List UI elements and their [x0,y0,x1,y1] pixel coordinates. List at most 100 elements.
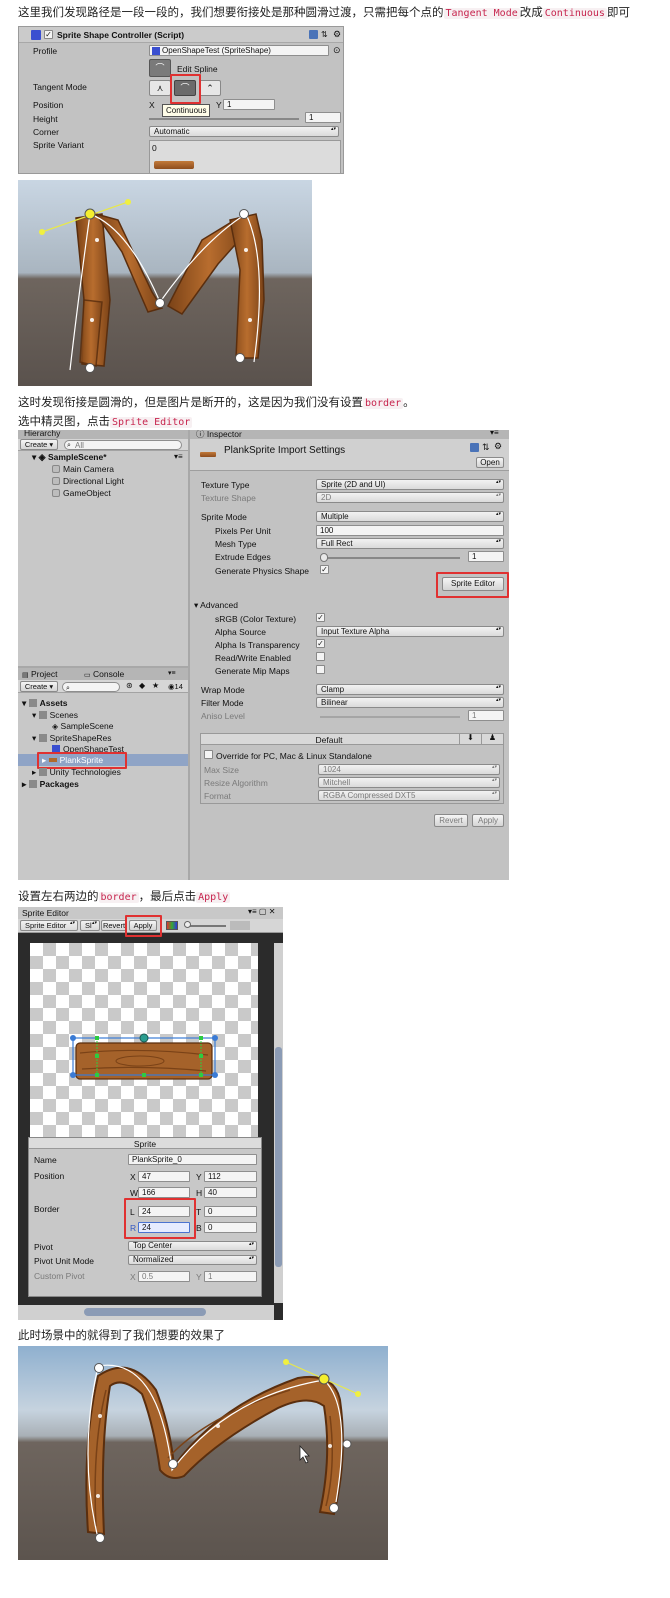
tangent-broken-button[interactable]: ⌃ [199,80,221,96]
editor-mode-dropdown[interactable]: Sprite Editor [20,920,78,931]
gear-icon[interactable]: ⚙ [494,441,502,452]
scene-menu-icon[interactable]: ▾≡ [174,452,183,461]
folder-tab-icon: ▤ [22,672,29,679]
help-icon[interactable] [309,30,318,39]
format-dropdown: RGBA Compressed DXT5 [318,790,500,801]
sprite-shape-controller-panel: ✓ Sprite Shape Controller (Script) ⇅ ⚙ P… [18,26,344,174]
gear-icon[interactable]: ⚙ [333,29,341,40]
unity-tech-folder[interactable]: ▸ Unity Technologies [32,767,121,778]
position-y-field[interactable]: 112 [204,1171,257,1182]
texture-canvas[interactable] [30,943,258,1139]
mipmaps-checkbox[interactable] [316,665,325,674]
spriteshaperes-folder[interactable]: ▾ SpriteShapeRes [32,733,112,744]
assets-folder[interactable]: ▾ Assets [22,698,68,709]
enable-checkbox[interactable]: ✓ [44,30,53,39]
tangent-linear-button[interactable]: ⋏ [149,80,171,96]
hierarchy-item[interactable]: GameObject [52,488,111,498]
sample-scene-asset[interactable]: ◈ SampleScene [52,721,113,731]
physics-shape-checkbox[interactable]: ✓ [320,565,329,574]
profile-field[interactable]: OpenShapeTest (SpriteShape) [149,45,329,56]
help-icon[interactable] [470,443,479,452]
height-field[interactable]: 1 [305,112,341,123]
panel-menu-icon[interactable]: ▾≡ [490,430,499,437]
revert-button[interactable]: Revert [434,814,468,827]
width-field[interactable]: 166 [138,1187,190,1198]
android-icon[interactable]: ♟ [481,733,503,745]
horizontal-scroll-thumb[interactable] [84,1308,206,1316]
preset-icon[interactable]: ⇅ [321,30,330,39]
sprite-variant-list[interactable]: 0 [149,140,341,173]
preset-icon[interactable]: ⇅ [482,442,490,453]
filter-mode-dropdown[interactable]: Bilinear [316,697,504,708]
pixels-per-unit-field[interactable]: 100 [316,525,504,536]
edit-spline-button[interactable]: ⌒ [149,59,171,77]
height-field[interactable]: 40 [204,1187,257,1198]
apply-button[interactable]: Apply [472,814,504,827]
hierarchy-item[interactable]: Directional Light [52,476,124,486]
gameobject-icon [52,489,60,497]
read-write-checkbox[interactable] [316,652,325,661]
project-search-input[interactable]: ⌕ [62,682,120,692]
star-icon[interactable]: ★ [152,681,159,690]
vertical-scroll-thumb[interactable] [275,1047,282,1267]
advanced-foldout[interactable]: ▾ Advanced [194,600,238,611]
packages-folder[interactable]: ▸ Packages [22,779,79,790]
window-controls-icon[interactable]: ▾≡ ▢ ✕ [248,907,275,916]
zoom-slider-handle[interactable] [184,921,191,928]
label-icon[interactable]: ◆ [139,681,145,690]
scene-view-broken [18,180,312,386]
plank-thumbnail [154,161,194,169]
position-y-field[interactable]: 1 [223,99,275,110]
pivot-dropdown[interactable]: Top Center [128,1241,257,1251]
override-checkbox[interactable] [204,750,213,759]
hierarchy-tab[interactable]: Hierarchy [24,430,60,438]
alpha-transparency-checkbox[interactable]: ✓ [316,639,325,648]
extrude-slider-track[interactable] [320,557,460,559]
border-top-field[interactable]: 0 [204,1206,257,1217]
paragraph-border-reason: 这时发现衔接是圆滑的，但是图片是断开的，这是因为我们没有设置 border。 [18,395,415,409]
mip-slider[interactable] [230,921,250,930]
sprite-mode-dropdown[interactable]: Multiple [316,511,504,522]
extrude-field[interactable]: 1 [468,551,504,562]
filter-type-icon[interactable]: ⊛ [126,681,133,690]
texture-shape-dropdown: 2D [316,492,504,503]
project-create-button[interactable]: Create ▾ [20,681,58,692]
hierarchy-create-button[interactable]: Create ▾ [20,439,58,450]
sprite-name-field[interactable]: PlankSprite_0 [128,1154,257,1165]
horizontal-scrollbar[interactable] [18,1305,274,1320]
rgb-channel-icon[interactable] [166,921,178,930]
panel-menu-icon[interactable]: ▾≡ [168,669,176,677]
paragraph-open-editor: 选中精灵图，点击 Sprite Editor [18,414,193,428]
wrap-mode-dropdown[interactable]: Clamp [316,684,504,695]
pivot-unit-dropdown[interactable]: Normalized [128,1255,257,1265]
scenes-folder[interactable]: ▾ Scenes [32,710,78,721]
console-tab[interactable]: ▭ Console [84,669,124,679]
revert-button[interactable]: Revert [101,920,127,931]
object-picker-icon[interactable]: ⊙ [333,45,341,56]
sprite-panel-title: Sprite [133,1139,157,1149]
gameobject-icon [52,477,60,485]
srgb-checkbox[interactable]: ✓ [316,613,325,622]
zoom-slider[interactable] [186,925,226,927]
unity-editor-import-settings: Hierarchy Create ▾ ⌕ All ▾ ◈ SampleScene*… [18,430,509,880]
vertical-scrollbar[interactable] [274,943,283,1303]
download-icon[interactable]: ⬇ [459,733,481,745]
height-slider-track[interactable] [149,118,299,120]
open-button[interactable]: Open [476,457,504,468]
slice-dropdown[interactable]: Sl [80,920,100,931]
hierarchy-search-input[interactable]: ⌕ All [64,440,182,450]
mesh-type-dropdown[interactable]: Full Rect [316,538,504,549]
position-x-field[interactable]: 47 [138,1171,190,1182]
corner-dropdown[interactable]: Automatic [149,126,339,137]
border-bottom-field[interactable]: 0 [204,1222,257,1233]
hierarchy-item[interactable]: Main Camera [52,464,114,474]
sprite-properties-panel: Sprite Name PlankSprite_0 Position X 47 … [28,1137,262,1297]
project-tab[interactable]: ▤ Project [22,669,57,679]
extrude-slider-handle[interactable] [320,553,328,562]
highlight-continuous [170,74,201,104]
search-icon: ⌕ [66,685,70,692]
texture-type-dropdown[interactable]: Sprite (2D and UI) [316,479,504,490]
alpha-source-dropdown[interactable]: Input Texture Alpha [316,626,504,637]
default-platform-tab[interactable]: Default [201,735,457,745]
scene-root[interactable]: ▾ ◈ SampleScene* [32,452,107,463]
